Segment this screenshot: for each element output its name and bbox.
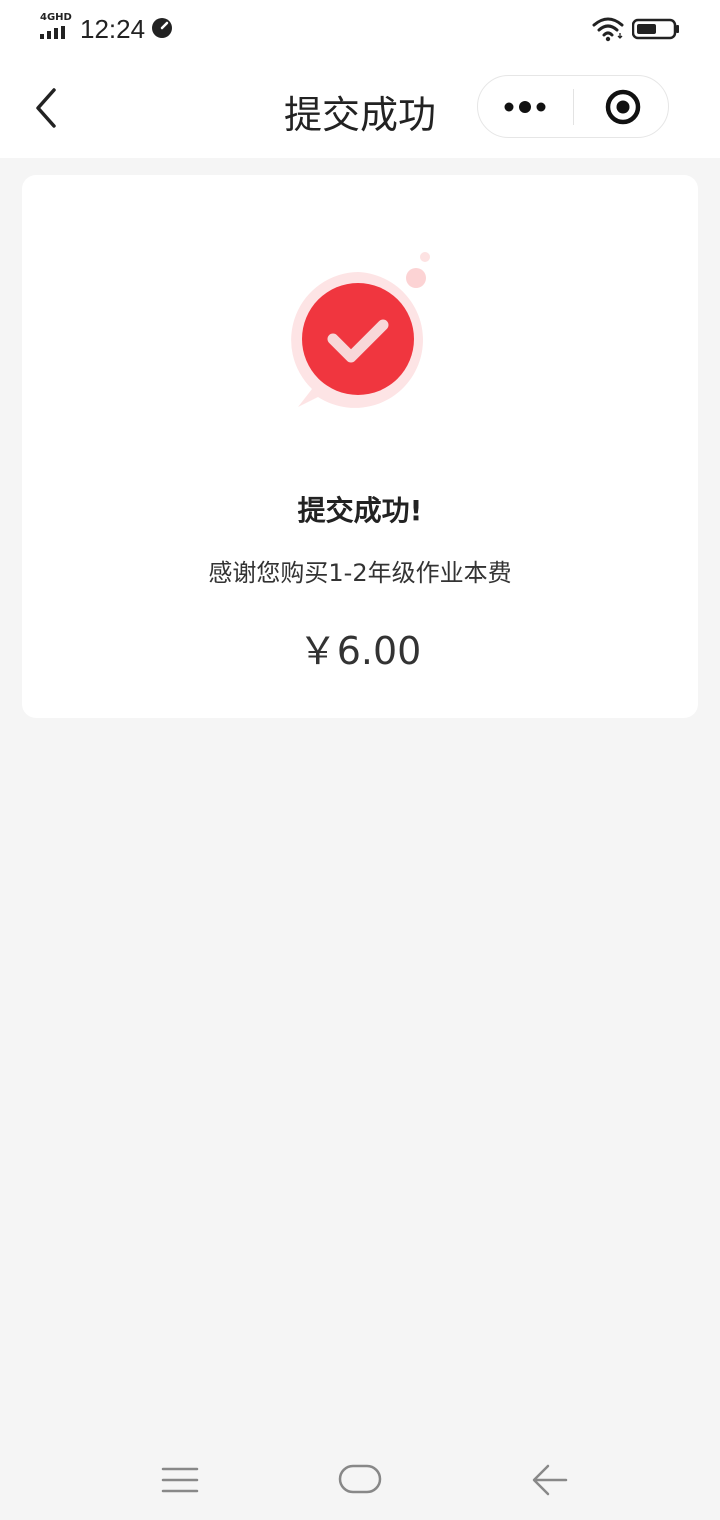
cellular-signal-icon: 4GHD bbox=[40, 12, 72, 42]
result-title: 提交成功! bbox=[297, 494, 423, 527]
check-bubble-icon bbox=[291, 252, 430, 408]
nav-bar: 提交成功 bbox=[0, 58, 720, 158]
system-nav-bar bbox=[0, 1440, 720, 1520]
speedometer-icon bbox=[152, 18, 172, 38]
result-description: 感谢您购买1-2年级作业本费 bbox=[208, 559, 512, 587]
network-type: 4GHD bbox=[40, 12, 72, 23]
menu-icon[interactable] bbox=[160, 1460, 200, 1500]
status-bar: 4GHD 12:24 bbox=[0, 0, 720, 58]
status-time: 12:24 bbox=[80, 14, 146, 44]
home-icon[interactable] bbox=[338, 1462, 382, 1496]
back-arrow-icon[interactable] bbox=[530, 1460, 570, 1500]
result-card: 提交成功! 感谢您购买1-2年级作业本费 ￥6.00 bbox=[22, 175, 698, 718]
payment-amount: ￥6.00 bbox=[298, 629, 422, 673]
battery-icon bbox=[632, 18, 679, 40]
close-target-icon[interactable] bbox=[574, 76, 669, 136]
wifi-icon bbox=[592, 17, 624, 42]
more-dots-icon[interactable] bbox=[478, 76, 573, 136]
mini-program-capsule bbox=[477, 75, 669, 138]
